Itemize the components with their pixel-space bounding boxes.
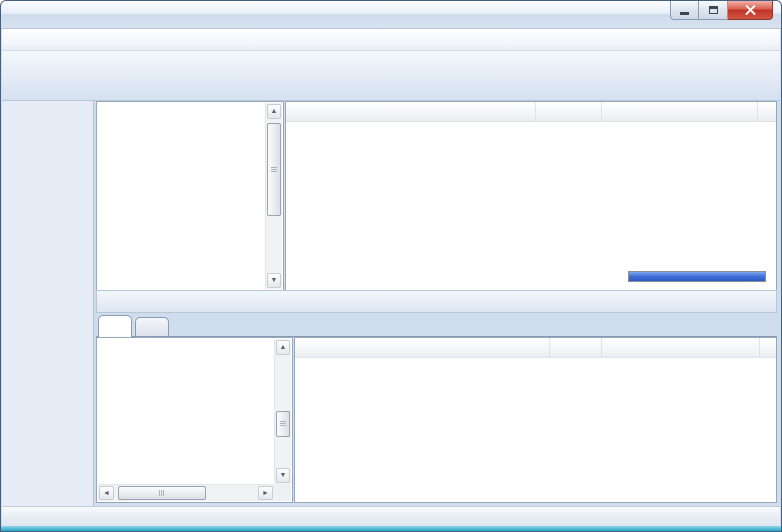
- pc-tree-hscrollbar[interactable]: ◄ ►: [98, 484, 274, 501]
- memory-progress-fill: [629, 272, 765, 281]
- scroll-thumb[interactable]: [267, 123, 281, 216]
- phone-tree-vscrollbar[interactable]: ▲ ▼: [265, 103, 282, 289]
- main-toolbar: [2, 51, 780, 101]
- scroll-down-icon[interactable]: ▼: [276, 468, 290, 483]
- scroll-thumb[interactable]: [118, 486, 206, 500]
- scroll-up-icon[interactable]: ▲: [276, 340, 290, 355]
- scroll-thumb[interactable]: [276, 411, 290, 437]
- column-header-spacer: [758, 102, 776, 121]
- phone-files-panel: [285, 101, 777, 291]
- maximize-icon: [709, 6, 718, 14]
- minimize-button[interactable]: [670, 1, 699, 20]
- scroll-up-icon[interactable]: ▲: [267, 104, 281, 119]
- minimize-icon: [680, 12, 689, 15]
- pc-tree-panel: ▲ ▼ ◄ ►: [96, 337, 293, 503]
- phone-files-header: [286, 102, 776, 122]
- menu-bar: [2, 29, 780, 51]
- pc-files-header: [295, 338, 776, 358]
- close-button[interactable]: [728, 1, 773, 20]
- phone-folder-tree: [98, 103, 265, 289]
- window-frame-bottom: [1, 526, 781, 531]
- column-header-dateiname[interactable]: [295, 338, 550, 357]
- transfer-toolbar: [96, 290, 777, 313]
- app-logo-icon: [10, 7, 27, 24]
- status-bar: [2, 506, 780, 528]
- close-icon: [745, 5, 756, 16]
- scrollbar-corner: [274, 484, 291, 501]
- title-bar[interactable]: [1, 1, 781, 29]
- app-window: ▲ ▼ ▲ ▼ ◄: [0, 0, 782, 532]
- pc-tree-vscrollbar[interactable]: ▲ ▼: [274, 339, 291, 484]
- sidebar-nav: [2, 101, 94, 506]
- column-header-dateiname[interactable]: [286, 102, 536, 121]
- scroll-left-icon[interactable]: ◄: [99, 486, 114, 500]
- tab-dateisystem[interactable]: [98, 315, 132, 337]
- column-header-geaendert[interactable]: [602, 338, 760, 357]
- scroll-down-icon[interactable]: ▼: [267, 273, 281, 288]
- column-header-groesse[interactable]: [550, 338, 602, 357]
- bottom-tabs: [96, 313, 777, 337]
- tab-itunes[interactable]: [135, 317, 169, 336]
- column-header-groesse[interactable]: [536, 102, 602, 121]
- scroll-right-icon[interactable]: ►: [258, 486, 273, 500]
- column-header-geaendert[interactable]: [602, 102, 758, 121]
- window-controls: [670, 1, 773, 20]
- pc-files-panel: [294, 337, 777, 503]
- memory-progress-bar: [628, 271, 766, 282]
- column-header-spacer: [760, 338, 776, 357]
- phone-tree-panel: ▲ ▼: [96, 101, 284, 291]
- maximize-button[interactable]: [699, 1, 728, 20]
- pc-folder-tree: [98, 339, 274, 484]
